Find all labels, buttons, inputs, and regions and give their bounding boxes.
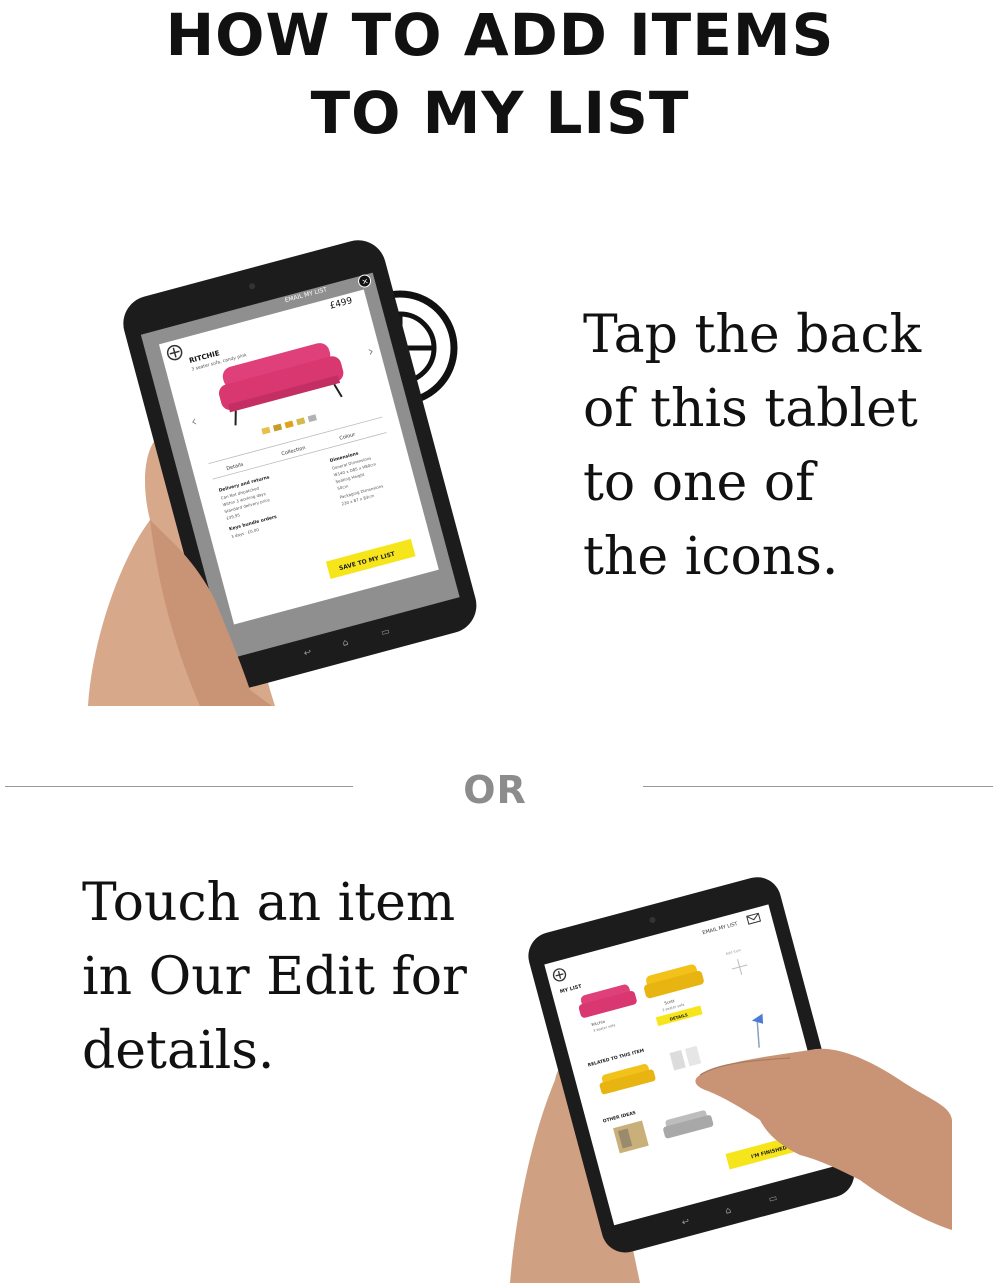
tablet-illustration-2: EMAIL MY LIST MY LIST Ritchie 3 seater s… [510,877,952,1283]
